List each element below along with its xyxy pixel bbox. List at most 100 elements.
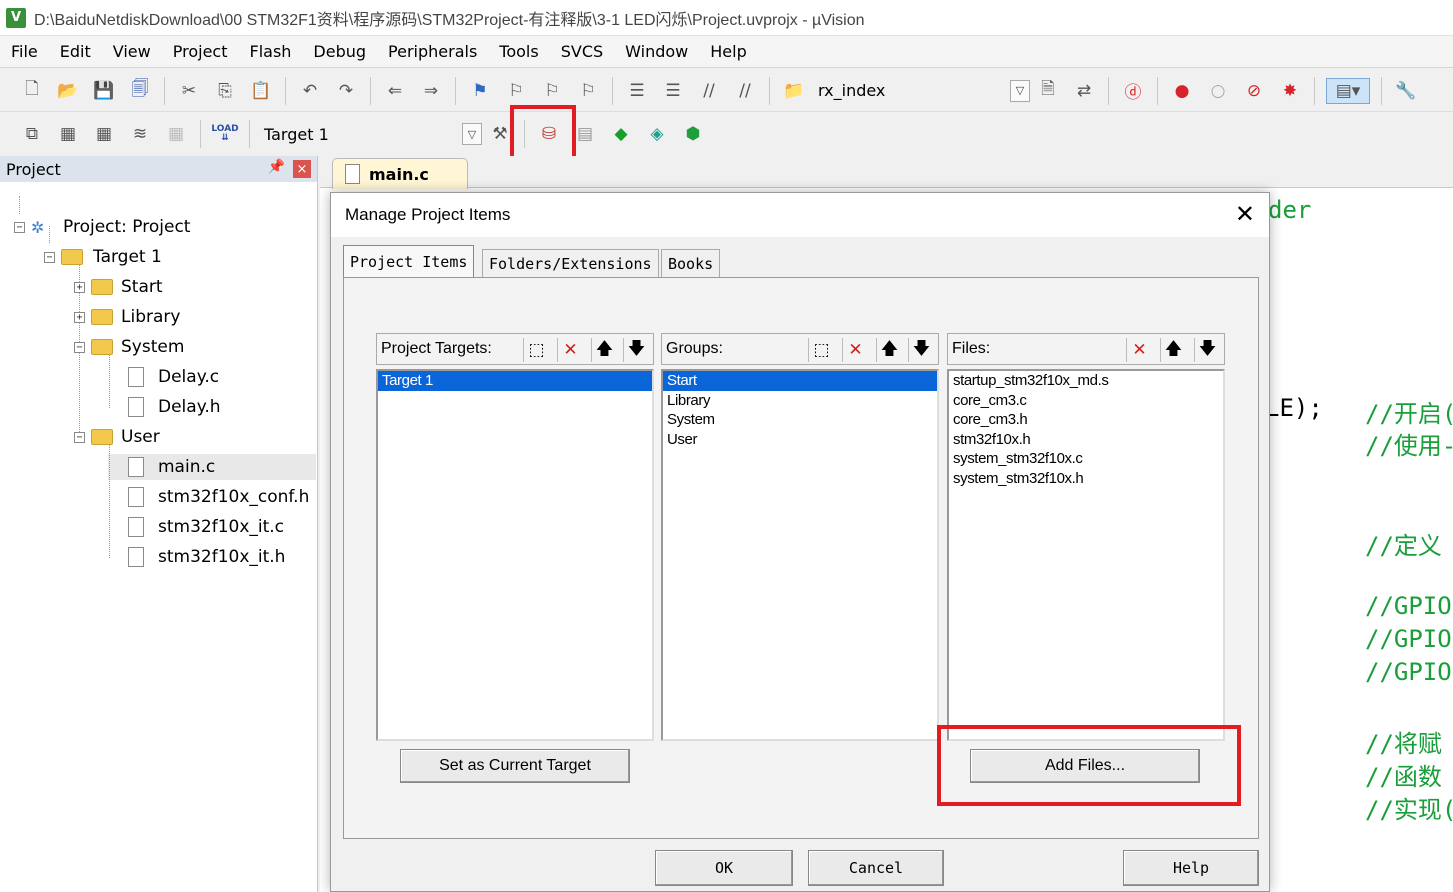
comment-icon[interactable]: // xyxy=(696,78,722,104)
find-in-files-icon[interactable]: 📁 xyxy=(781,78,807,104)
tree-group-user[interactable]: − User xyxy=(74,422,160,452)
menu-file[interactable]: File xyxy=(0,36,49,68)
tree-group-system[interactable]: − System xyxy=(74,332,184,362)
list-item[interactable]: core_cm3.h xyxy=(949,410,1223,430)
tree-group-start[interactable]: + Start xyxy=(74,272,163,302)
tab-books[interactable]: Books xyxy=(661,249,721,277)
menu-project[interactable]: Project xyxy=(162,36,239,68)
disable-breakpoints-icon[interactable]: ⊘ xyxy=(1241,78,1267,104)
set-as-current-target-button[interactable]: Set as Current Target xyxy=(400,749,630,783)
delete-icon[interactable]: ✕ xyxy=(1126,338,1152,362)
menu-debug[interactable]: Debug xyxy=(302,36,377,68)
ok-button[interactable]: OK xyxy=(655,850,793,886)
menu-peripherals[interactable]: Peripherals xyxy=(377,36,488,68)
chevron-down-icon[interactable]: ▽ xyxy=(1010,79,1030,102)
redo-icon[interactable]: ↷ xyxy=(333,78,359,104)
configure-icon[interactable]: 🔧 xyxy=(1393,78,1419,104)
tab-folders-extensions[interactable]: Folders/Extensions xyxy=(482,249,659,277)
list-item[interactable]: System xyxy=(663,410,937,430)
collapse-icon[interactable]: − xyxy=(74,341,85,353)
menu-view[interactable]: View xyxy=(102,36,162,68)
paste-icon[interactable]: 📋 xyxy=(248,78,274,104)
tree-file-it-c[interactable]: stm32f10x_it.c xyxy=(128,512,284,542)
menu-edit[interactable]: Edit xyxy=(49,36,102,68)
enable-breakpoint-icon[interactable]: ○ xyxy=(1205,78,1231,104)
incremental-find-icon[interactable]: ⇄ xyxy=(1071,78,1097,104)
tree-file-delay-c[interactable]: Delay.c xyxy=(128,362,219,392)
next-bookmark-icon[interactable]: ⚐ xyxy=(539,78,565,104)
stop-build-icon[interactable]: ▦ xyxy=(163,121,189,147)
build-icon[interactable]: ▦ xyxy=(55,121,81,147)
download-load-icon[interactable]: LOAD ⇊ xyxy=(211,121,238,147)
open-folder-icon[interactable]: 📂 xyxy=(55,78,81,104)
close-icon[interactable]: ✕ xyxy=(1235,202,1255,226)
chevron-down-icon[interactable]: ▽ xyxy=(462,123,482,145)
delete-icon[interactable]: ✕ xyxy=(557,338,583,362)
window-layout-icon[interactable]: ▤▾ xyxy=(1326,77,1370,104)
manage-run-time-environment-icon[interactable]: ◆ xyxy=(608,121,634,147)
help-button[interactable]: Help xyxy=(1123,850,1259,886)
menu-svcs[interactable]: SVCS xyxy=(550,36,614,68)
save-icon[interactable]: 💾 xyxy=(91,78,117,104)
copy-icon[interactable]: ⎘ xyxy=(212,78,238,104)
clear-bookmarks-icon[interactable]: ⚐ xyxy=(575,78,601,104)
collapse-icon[interactable]: − xyxy=(44,251,55,263)
files-list[interactable]: startup_stm32f10x_md.s core_cm3.c core_c… xyxy=(947,369,1225,741)
project-targets-list[interactable]: Target 1 xyxy=(376,369,654,741)
tree-file-it-h[interactable]: stm32f10x_it.h xyxy=(128,542,285,572)
tree-target[interactable]: − Target 1 xyxy=(44,242,162,272)
list-item[interactable]: Start xyxy=(663,371,937,391)
tree-file-delay-h[interactable]: Delay.h xyxy=(128,392,221,422)
uncomment-icon[interactable]: // xyxy=(732,78,758,104)
list-item[interactable]: system_stm32f10x.c xyxy=(949,449,1223,469)
find-combo[interactable]: rx_index ▽ xyxy=(818,79,1030,103)
list-item[interactable]: Library xyxy=(663,391,937,411)
indent-icon[interactable]: ☰ xyxy=(624,78,650,104)
menu-help[interactable]: Help xyxy=(699,36,757,68)
list-item[interactable]: system_stm32f10x.h xyxy=(949,469,1223,489)
list-item[interactable]: Target 1 xyxy=(378,371,652,391)
bookmark-icon[interactable]: ⚑ xyxy=(467,78,493,104)
nav-back-icon[interactable]: ⇐ xyxy=(382,78,408,104)
list-item[interactable]: stm32f10x.h xyxy=(949,430,1223,450)
new-item-icon[interactable]: ⬚ xyxy=(808,338,834,362)
list-item[interactable]: startup_stm32f10x_md.s xyxy=(949,371,1223,391)
groups-list[interactable]: Start Library System User xyxy=(661,369,939,741)
save-all-icon[interactable]: 🗐 xyxy=(127,78,153,104)
collapse-icon[interactable]: − xyxy=(14,221,25,233)
move-down-icon[interactable]: 🡇 xyxy=(1194,338,1220,362)
pin-icon[interactable]: 📌 xyxy=(268,159,285,175)
move-down-icon[interactable]: 🡇 xyxy=(908,338,934,362)
menu-flash[interactable]: Flash xyxy=(238,36,302,68)
rebuild-icon[interactable]: ▦ xyxy=(91,121,117,147)
undo-icon[interactable]: ↶ xyxy=(297,78,323,104)
tree-file-conf-h[interactable]: stm32f10x_conf.h xyxy=(128,482,309,512)
move-up-icon[interactable]: 🡅 xyxy=(591,338,617,362)
find-icon[interactable]: 🗎 xyxy=(1035,78,1061,104)
target-combo[interactable]: Target 1 ▽ xyxy=(264,122,482,146)
list-item[interactable]: User xyxy=(663,430,937,450)
unindent-icon[interactable]: ☰ xyxy=(660,78,686,104)
expand-icon[interactable]: + xyxy=(74,311,85,323)
tree-root-project[interactable]: − ✲ Project: Project xyxy=(14,212,190,242)
insert-breakpoint-icon[interactable]: ● xyxy=(1169,78,1195,104)
close-icon[interactable]: × xyxy=(293,160,311,178)
move-down-icon[interactable]: 🡇 xyxy=(623,338,649,362)
tab-main-c[interactable]: main.c xyxy=(332,158,468,189)
new-file-icon[interactable]: 🗋 xyxy=(19,78,45,104)
prev-bookmark-icon[interactable]: ⚐ xyxy=(503,78,529,104)
move-up-icon[interactable]: 🡅 xyxy=(876,338,902,362)
pack-installer-icon[interactable]: ⬢ xyxy=(680,121,706,147)
translate-icon[interactable]: ⧉ xyxy=(19,121,45,147)
cut-icon[interactable]: ✂ xyxy=(176,78,202,104)
debug-session-icon[interactable]: ⓓ xyxy=(1120,78,1146,104)
menu-tools[interactable]: Tools xyxy=(488,36,549,68)
expand-icon[interactable]: + xyxy=(74,281,85,293)
tab-project-items[interactable]: Project Items xyxy=(343,245,475,278)
tree-group-library[interactable]: + Library xyxy=(74,302,180,332)
nav-forward-icon[interactable]: ⇒ xyxy=(418,78,444,104)
move-up-icon[interactable]: 🡅 xyxy=(1160,338,1186,362)
menu-window[interactable]: Window xyxy=(614,36,699,68)
select-software-packs-icon[interactable]: ◈ xyxy=(644,121,670,147)
cancel-button[interactable]: Cancel xyxy=(808,850,944,886)
